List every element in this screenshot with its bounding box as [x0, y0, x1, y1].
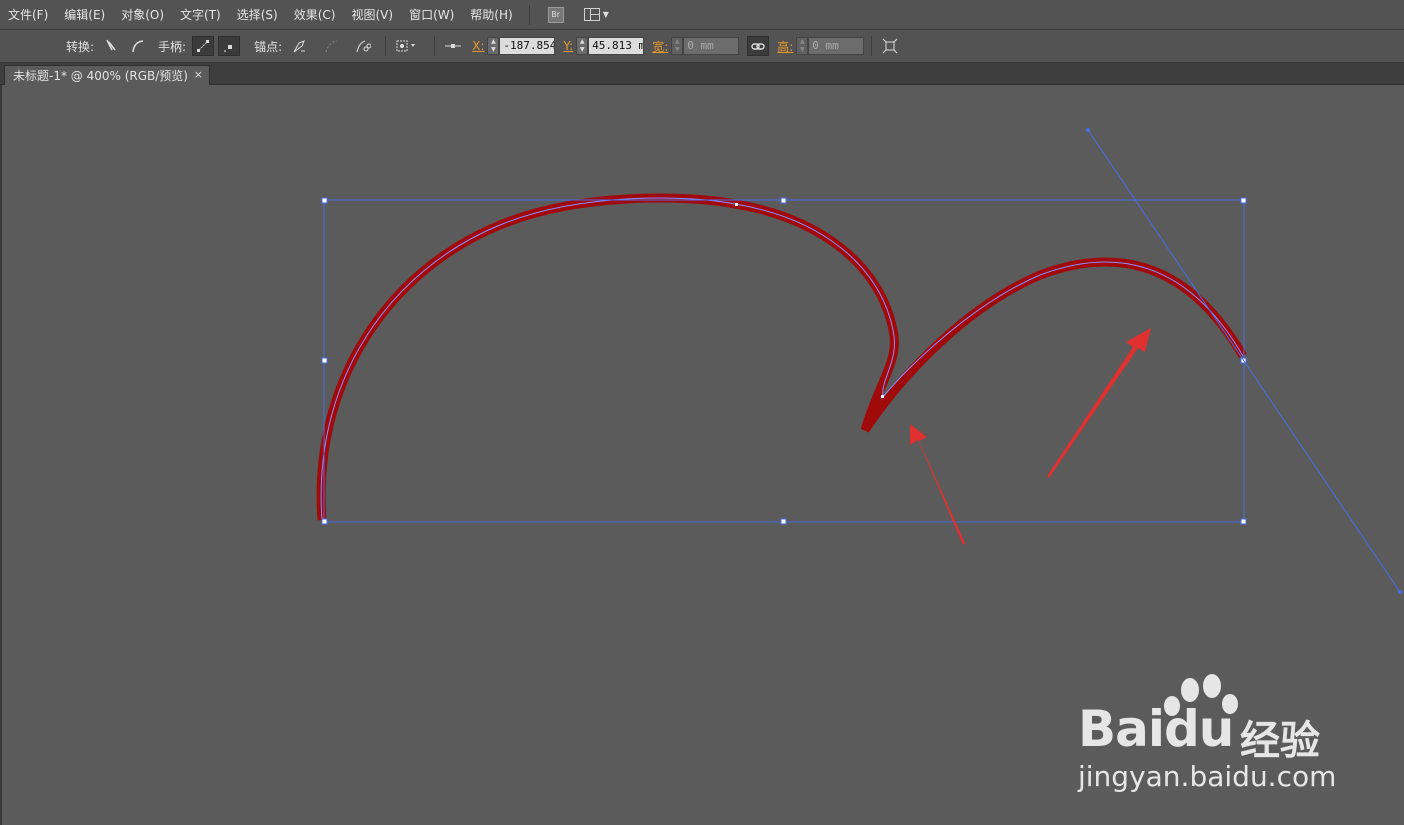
watermark-url: jingyan.baidu.com	[1078, 760, 1337, 793]
annotation-arrow	[910, 424, 965, 545]
direction-handle-point[interactable]	[1086, 128, 1090, 132]
anchor-point[interactable]	[881, 395, 884, 398]
direction-handle-point[interactable]	[1398, 590, 1402, 594]
watermark-baidu-text: Baidu	[1078, 700, 1234, 758]
red-stroked-path[interactable]	[316, 193, 1247, 521]
anchor-point[interactable]	[735, 203, 738, 206]
watermark-jingyan-text: 经验	[1240, 718, 1320, 764]
annotation-arrow	[1047, 328, 1151, 478]
